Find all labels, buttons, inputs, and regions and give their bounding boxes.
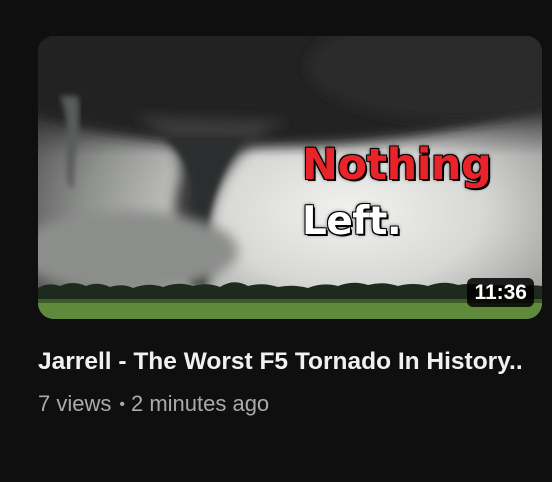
video-card[interactable]: Nothing Left. 11:36 Jarrell - The Worst … (38, 36, 542, 420)
duration-badge: 11:36 (467, 278, 534, 307)
video-metadata: 7 views • 2 minutes ago (38, 389, 542, 420)
video-title[interactable]: Jarrell - The Worst F5 Tornado In Histor… (38, 345, 538, 379)
upload-time: 2 minutes ago (130, 391, 270, 416)
metadata-separator: • (119, 396, 125, 413)
thumbnail-overlay-text-red: Nothing (302, 140, 492, 190)
video-thumbnail[interactable]: Nothing Left. 11:36 (38, 36, 542, 319)
view-count: 7 views (38, 391, 112, 416)
thumbnail-overlay-text-white: Left. (302, 199, 402, 244)
